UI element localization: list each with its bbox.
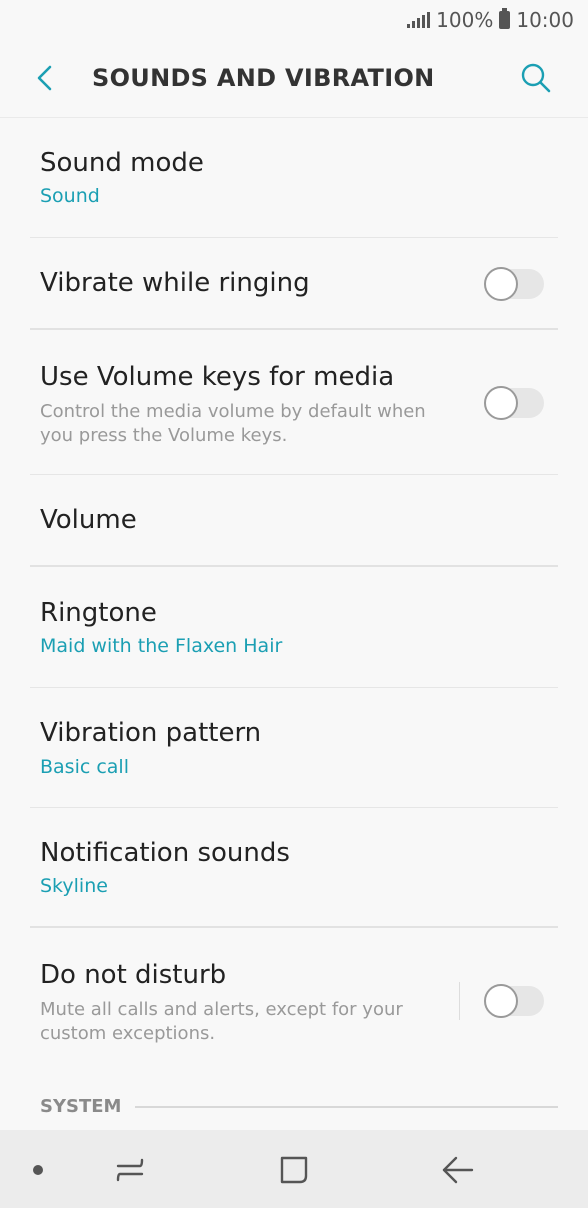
setting-value: Basic call — [40, 756, 129, 778]
setting-volume-keys-media[interactable]: Use Volume keys for media Control the me… — [30, 330, 558, 475]
setting-title: Use Volume keys for media — [40, 362, 395, 392]
setting-title: Notification sounds — [40, 838, 290, 868]
toggle-knob — [484, 267, 518, 301]
battery-icon — [499, 8, 511, 29]
section-header-system: SYSTEM — [40, 1096, 558, 1117]
setting-title: Ringtone — [40, 598, 157, 628]
setting-title: Do not disturb — [40, 960, 227, 990]
setting-value: Maid with the Flaxen Hair — [40, 635, 283, 657]
setting-title: Sound mode — [40, 148, 204, 178]
status-bar: 100% 10:00 — [0, 0, 588, 40]
back-arrow-icon[interactable] — [28, 60, 64, 96]
setting-ringtone[interactable]: Ringtone Maid with the Flaxen Hair — [30, 567, 558, 688]
setting-sound-mode[interactable]: Sound mode Sound — [30, 118, 558, 238]
setting-value: Sound — [40, 185, 100, 207]
page-title: SOUNDS AND VIBRATION — [92, 64, 435, 92]
setting-title: Volume — [40, 505, 137, 535]
recents-icon[interactable] — [110, 1150, 150, 1190]
section-label: SYSTEM — [40, 1096, 122, 1117]
dot-icon[interactable] — [18, 1150, 58, 1190]
signal-icon — [407, 12, 431, 28]
vibrate-toggle[interactable] — [484, 267, 544, 301]
battery-percent: 100% — [436, 8, 494, 32]
navigation-bar — [0, 1130, 588, 1208]
toggle-knob — [484, 984, 518, 1018]
setting-vibration-pattern[interactable]: Vibration pattern Basic call — [30, 688, 558, 808]
section-divider — [135, 1105, 558, 1108]
volume-keys-toggle[interactable] — [484, 386, 544, 420]
back-icon[interactable] — [438, 1150, 478, 1190]
setting-description: Mute all calls and alerts, except for yo… — [40, 999, 403, 1044]
setting-do-not-disturb[interactable]: Do not disturb Mute all calls and alerts… — [30, 928, 558, 1068]
search-icon[interactable] — [518, 60, 554, 96]
setting-value: Skyline — [40, 875, 108, 897]
setting-vibrate-while-ringing[interactable]: Vibrate while ringing — [30, 238, 558, 330]
home-icon[interactable] — [274, 1150, 314, 1190]
divider — [459, 982, 460, 1020]
setting-notification-sounds[interactable]: Notification sounds Skyline — [30, 808, 558, 928]
setting-description: Control the media volume by default when… — [40, 401, 426, 446]
app-bar: SOUNDS AND VIBRATION — [0, 40, 588, 118]
do-not-disturb-toggle[interactable] — [484, 984, 544, 1018]
setting-title: Vibrate while ringing — [40, 268, 310, 298]
setting-title: Vibration pattern — [40, 718, 262, 748]
settings-list: Sound mode Sound Vibrate while ringing U… — [0, 118, 588, 1068]
clock: 10:00 — [516, 8, 574, 32]
setting-volume[interactable]: Volume — [30, 475, 558, 567]
toggle-knob — [484, 386, 518, 420]
